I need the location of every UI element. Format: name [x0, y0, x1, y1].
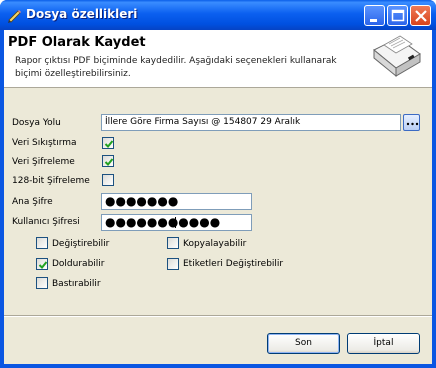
encrypt128-label: 128-bit Şifreleme [12, 176, 90, 186]
permission-checkbox-print[interactable] [36, 277, 48, 289]
permission-checkbox-fill[interactable] [36, 258, 48, 270]
header-title: PDF Olarak Kaydet [8, 35, 146, 50]
title-bar[interactable]: Dosya özellikleri [0, 0, 436, 30]
dialog-header: PDF Olarak Kaydet Rapor çıktısı PDF biçi… [4, 30, 432, 88]
ok-button[interactable]: Son [267, 333, 340, 354]
permission-label-fill: Doldurabilir [52, 259, 105, 269]
encrypt-label: Veri Şifreleme [12, 157, 75, 167]
permission-label-copy: Kopyalayabilir [183, 239, 247, 249]
checkmark-icon [38, 261, 48, 269]
user-password-input[interactable]: ●●●●●●●●●●● [101, 214, 252, 231]
browse-button[interactable] [403, 114, 420, 131]
user-password-label: Kullanıcı Şifresi [12, 217, 80, 227]
text-cursor [175, 217, 176, 228]
checkmark-icon [104, 140, 114, 148]
cancel-button[interactable]: İptal [347, 333, 420, 354]
printer-document-icon [373, 35, 421, 78]
minimize-icon [370, 19, 377, 22]
pencil-icon [8, 10, 21, 23]
file-path-input[interactable]: İllere Göre Firma Sayısı @ 154807 29 Ara… [101, 114, 401, 131]
header-description: Rapor çıktısı PDF biçiminde kaydedilir. … [15, 56, 337, 79]
maximize-button[interactable] [387, 5, 408, 26]
minimize-button[interactable] [364, 5, 385, 26]
file-path-label: Dosya Yolu [12, 118, 61, 128]
checkmark-icon [104, 158, 114, 166]
ellipsis-icon [406, 122, 419, 126]
permission-checkbox-annotations[interactable] [167, 258, 179, 270]
dialog-window: Dosya özellikleri PDF Olarak Kaydet Rapo… [0, 0, 436, 368]
window-title: Dosya özellikleri [26, 7, 138, 21]
compress-checkbox[interactable] [102, 137, 114, 149]
footer-divider [4, 315, 432, 317]
permission-label-annotations: Etiketleri Değiştirebilir [183, 259, 284, 269]
dialog-client: PDF Olarak Kaydet Rapor çıktısı PDF biçi… [4, 30, 432, 364]
close-button[interactable] [410, 5, 431, 26]
permission-label-print: Bastırabilir [52, 279, 101, 289]
permission-checkbox-copy[interactable] [167, 237, 179, 249]
encrypt-checkbox[interactable] [102, 155, 114, 167]
master-password-input[interactable]: ●●●●●●● [101, 193, 252, 210]
permission-label-modify: Değiştirebilir [52, 239, 110, 249]
maximize-icon [391, 9, 405, 22]
master-password-label: Ana Şifre [12, 197, 53, 207]
close-icon [415, 10, 427, 22]
compress-label: Veri Sıkıştırma [12, 138, 77, 148]
encrypt128-checkbox[interactable] [102, 174, 114, 186]
permission-checkbox-modify[interactable] [36, 237, 48, 249]
